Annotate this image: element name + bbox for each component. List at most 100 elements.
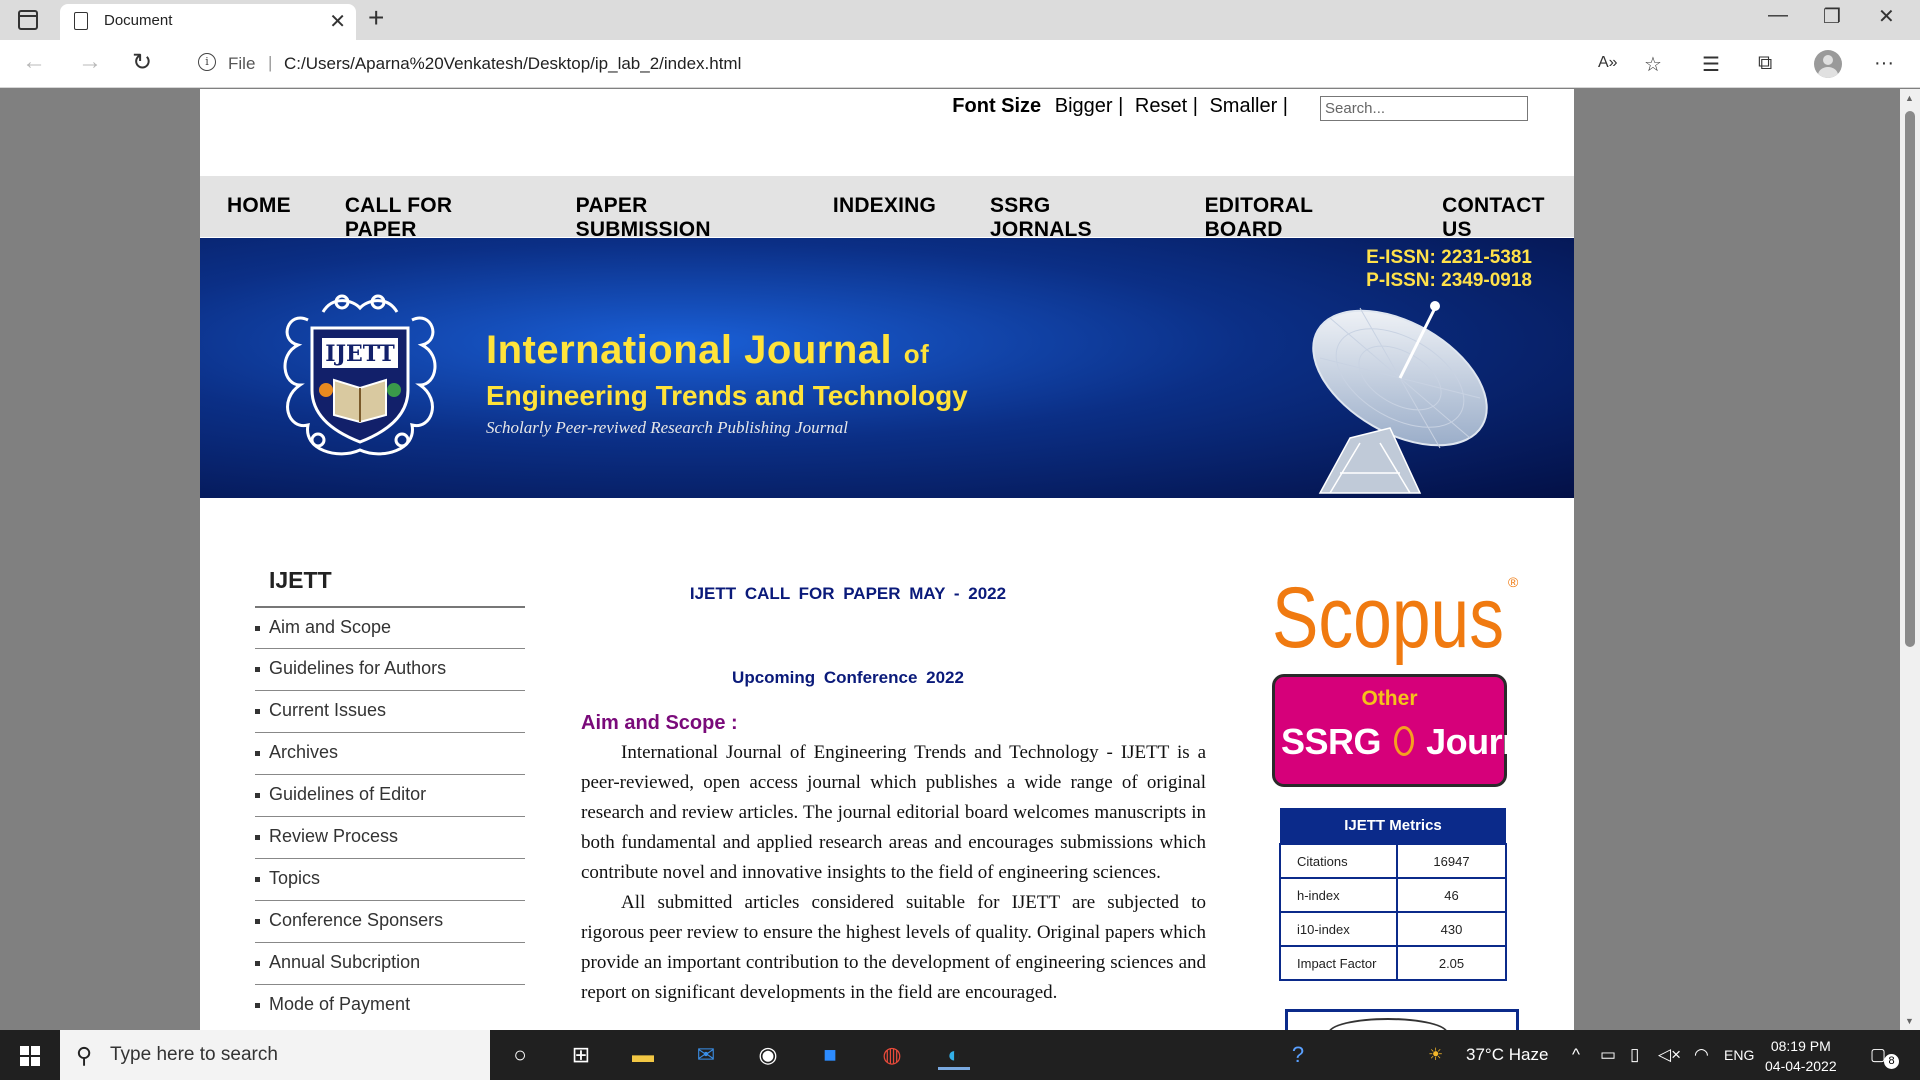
scrollbar-thumb[interactable] bbox=[1905, 111, 1915, 647]
banner-title-of: of bbox=[903, 339, 930, 369]
chrome-icon[interactable]: ◍ bbox=[876, 1040, 908, 1070]
sidebar-item-topics[interactable]: Topics bbox=[255, 858, 525, 900]
table-row: Impact Factor 2.05 bbox=[1279, 945, 1507, 981]
restore-button[interactable]: ❐ bbox=[1823, 4, 1841, 29]
more-menu-icon[interactable]: ··· bbox=[1874, 52, 1894, 75]
collections-icon[interactable]: ⧉ bbox=[1758, 52, 1772, 75]
sidebar-item-current-issues[interactable]: Current Issues bbox=[255, 690, 525, 732]
page-scrollbar[interactable]: ▲ ▼ bbox=[1900, 89, 1920, 1030]
logo-text: IJETT bbox=[325, 341, 395, 367]
sidebar-item-conference-sponsers[interactable]: Conference Sponsers bbox=[255, 900, 525, 942]
scroll-down-icon[interactable]: ▼ bbox=[1905, 1016, 1914, 1026]
volume-icon[interactable]: ◁× bbox=[1658, 1045, 1681, 1065]
taskbar-search[interactable]: ⚲ Type here to search bbox=[60, 1030, 490, 1080]
weather-icon[interactable]: ☀ bbox=[1428, 1045, 1443, 1065]
metric-label: h-index bbox=[1279, 877, 1398, 913]
menu-home[interactable]: HOME bbox=[227, 194, 291, 242]
aim-scope-heading: Aim and Scope : bbox=[581, 712, 738, 734]
battery-icon[interactable]: ▯ bbox=[1630, 1045, 1639, 1065]
minimize-button[interactable]: — bbox=[1768, 4, 1788, 27]
info-icon[interactable]: i bbox=[198, 53, 216, 71]
partial-logo-box[interactable] bbox=[1285, 1009, 1519, 1030]
cortana-icon[interactable]: ○ bbox=[504, 1040, 536, 1070]
sidebar-item-guidelines-for-authors[interactable]: Guidelines for Authors bbox=[255, 648, 525, 690]
back-button[interactable]: ← bbox=[22, 48, 46, 76]
menu-ssrg-journals[interactable]: SSRG JORNALS bbox=[990, 194, 1151, 242]
weather-text[interactable]: 37°C Haze bbox=[1466, 1045, 1548, 1065]
browser-tab[interactable]: Document ✕ bbox=[60, 4, 356, 40]
table-row: h-index 46 bbox=[1279, 877, 1507, 913]
forward-button[interactable]: → bbox=[78, 48, 102, 76]
url-text[interactable]: C:/Users/Aparna%20Venkatesh/Desktop/ip_l… bbox=[284, 54, 741, 74]
upcoming-conference-heading[interactable]: Upcoming Conference 2022 bbox=[600, 668, 1096, 688]
ssrg-name-left: SSRG bbox=[1281, 721, 1382, 762]
task-view-icon[interactable]: ⊞ bbox=[565, 1040, 597, 1070]
help-icon[interactable]: ? bbox=[1282, 1040, 1314, 1070]
edge-icon[interactable]: ◐ bbox=[938, 1040, 970, 1070]
aim-paragraph-2: All submitted articles considered suitab… bbox=[581, 892, 1206, 1003]
new-tab-button[interactable]: + bbox=[368, 2, 384, 34]
table-row: Citations 16947 bbox=[1279, 843, 1507, 879]
app-icon[interactable]: ◉ bbox=[752, 1040, 784, 1070]
zoom-icon[interactable]: ■ bbox=[814, 1040, 846, 1070]
menu-indexing[interactable]: INDEXING bbox=[833, 194, 936, 242]
sidebar-item-mode-of-payment[interactable]: Mode of Payment bbox=[255, 984, 525, 1026]
scroll-up-icon[interactable]: ▲ bbox=[1905, 93, 1914, 103]
add-favorite-icon[interactable]: ☆ bbox=[1644, 52, 1662, 77]
metric-value: 46 bbox=[1396, 877, 1507, 913]
menu-call-for-paper[interactable]: CALL FOR PAPER bbox=[345, 194, 522, 242]
file-explorer-icon[interactable]: ▬ bbox=[627, 1040, 659, 1070]
start-button-icon[interactable] bbox=[20, 1046, 40, 1066]
scopus-text: Scopus bbox=[1272, 570, 1504, 666]
clock[interactable]: 08:19 PM 04-04-2022 bbox=[1765, 1036, 1837, 1076]
document-icon bbox=[74, 12, 88, 30]
show-hidden-icons-icon[interactable]: ^ bbox=[1572, 1045, 1580, 1065]
read-aloud-icon[interactable]: A» bbox=[1598, 54, 1618, 72]
clock-time: 08:19 PM bbox=[1770, 1038, 1831, 1054]
close-window-button[interactable]: ✕ bbox=[1878, 4, 1895, 29]
aim-paragraph-1: International Journal of Engineering Tre… bbox=[581, 742, 1206, 883]
font-reset-link[interactable]: Reset | bbox=[1135, 95, 1198, 117]
taskbar-search-placeholder: Type here to search bbox=[110, 1044, 278, 1065]
network-icon[interactable]: ▭ bbox=[1600, 1045, 1616, 1065]
sidebar-item-annual-subcription[interactable]: Annual Subcription bbox=[255, 942, 525, 984]
sidebar-item-aim-and-scope[interactable]: Aim and Scope bbox=[255, 606, 525, 648]
menu-contact-us[interactable]: CONTACT US bbox=[1442, 194, 1574, 242]
url-scheme-label: File bbox=[228, 54, 256, 73]
menu-editorial-board[interactable]: EDITORAL BOARD bbox=[1205, 194, 1389, 242]
ijett-logo: IJETT bbox=[283, 294, 437, 456]
favorites-icon[interactable]: ☰ bbox=[1702, 52, 1720, 77]
wifi-icon[interactable]: ◠ bbox=[1694, 1045, 1709, 1065]
refresh-button[interactable]: ↻ bbox=[132, 48, 152, 77]
sidebar-item-archives[interactable]: Archives bbox=[255, 732, 525, 774]
ijett-metrics-table: IJETT Metrics Citations 16947 h-index 46… bbox=[1279, 808, 1507, 981]
sidebar-item-review-process[interactable]: Review Process bbox=[255, 816, 525, 858]
tab-actions-icon[interactable] bbox=[18, 10, 38, 30]
scopus-registered-mark: ® bbox=[1508, 574, 1519, 590]
profile-avatar[interactable] bbox=[1814, 50, 1842, 78]
metric-label: i10-index bbox=[1279, 911, 1398, 947]
close-tab-icon[interactable]: ✕ bbox=[329, 9, 346, 34]
ssrg-name: SSRG Journals bbox=[1281, 721, 1573, 763]
scopus-logo[interactable]: Scopus ® bbox=[1270, 559, 1530, 669]
aim-scope-text: International Journal of Engineering Tre… bbox=[581, 738, 1206, 1008]
metric-value: 430 bbox=[1396, 911, 1507, 947]
notification-count: 8 bbox=[1884, 1054, 1899, 1069]
metric-label: Citations bbox=[1279, 843, 1398, 879]
font-size-controls: Font Size Bigger | Reset | Smaller | bbox=[952, 95, 1294, 118]
site-search-input[interactable] bbox=[1320, 96, 1528, 121]
metric-value: 16947 bbox=[1396, 843, 1507, 879]
language-indicator[interactable]: ENG bbox=[1724, 1047, 1754, 1063]
font-bigger-link[interactable]: Bigger | bbox=[1055, 95, 1124, 117]
url-separator: | bbox=[268, 53, 273, 72]
call-for-paper-heading[interactable]: IJETT CALL FOR PAPER MAY - 2022 bbox=[600, 584, 1096, 604]
sidebar-item-guidelines-of-editor[interactable]: Guidelines of Editor bbox=[255, 774, 525, 816]
journal-banner: E-ISSN: 2231-5381 P-ISSN: 2349-0918 IJET… bbox=[200, 238, 1574, 498]
font-smaller-link[interactable]: Smaller | bbox=[1209, 95, 1288, 117]
ssrg-other-journals-banner[interactable]: Other SSRG Journals bbox=[1272, 674, 1573, 787]
url-field[interactable]: i File | C:/Users/Aparna%20Venkatesh/Des… bbox=[180, 46, 1700, 82]
menu-paper-submission[interactable]: PAPER SUBMISSION bbox=[576, 194, 779, 242]
eissn-text: E-ISSN: 2231-5381 bbox=[1366, 247, 1532, 268]
web-page: Font Size Bigger | Reset | Smaller | HOM… bbox=[200, 89, 1574, 1030]
mail-icon[interactable]: ✉ bbox=[690, 1040, 722, 1070]
